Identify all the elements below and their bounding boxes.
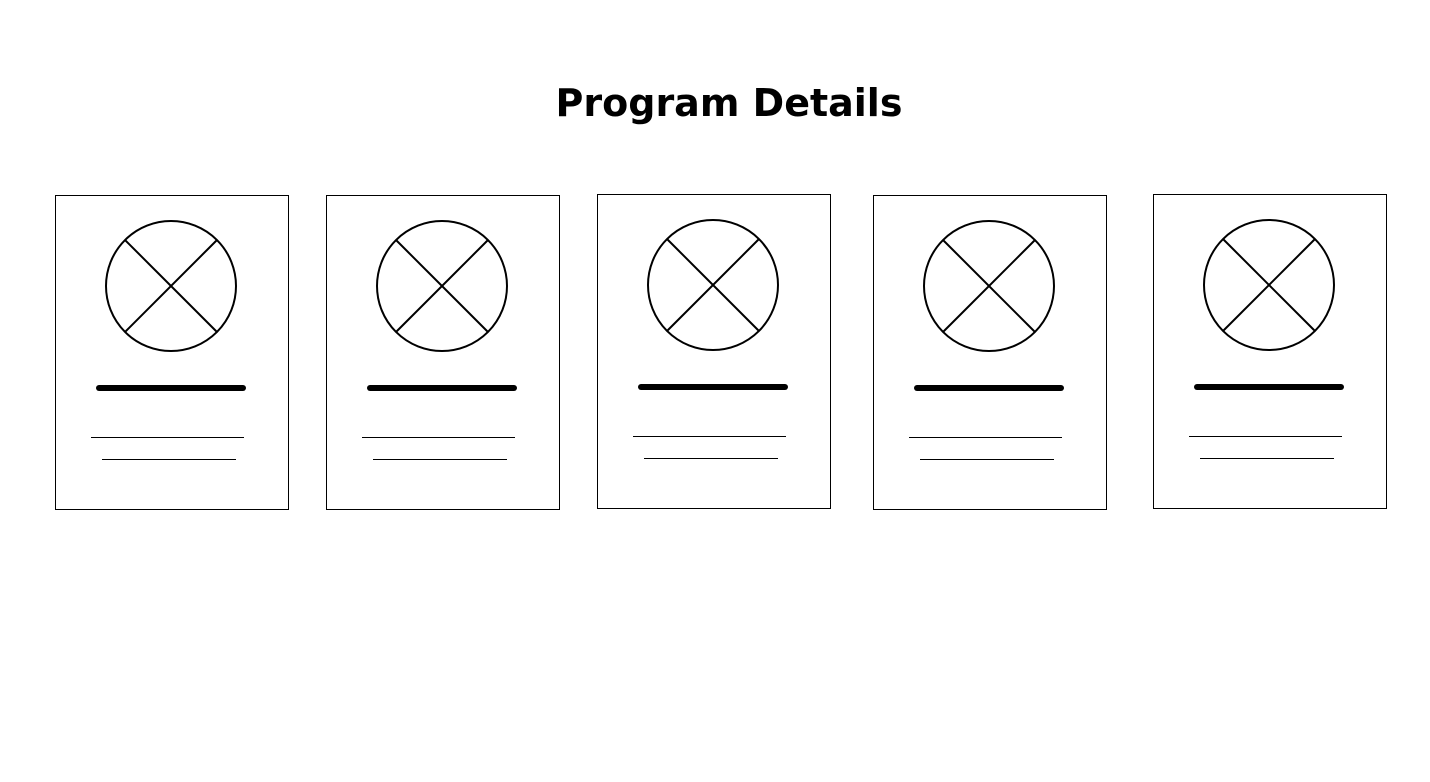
image-placeholder-icon <box>105 220 237 352</box>
card-title-placeholder <box>914 385 1064 391</box>
card-text-line-placeholder <box>1189 436 1342 437</box>
page-title: Program Details <box>555 81 903 125</box>
image-placeholder-icon <box>376 220 508 352</box>
program-card-5[interactable] <box>1153 194 1387 509</box>
card-text-line-placeholder <box>909 437 1062 438</box>
card-text-line-placeholder <box>102 459 236 460</box>
card-text-line-placeholder <box>1200 458 1334 459</box>
card-title-placeholder <box>96 385 246 391</box>
card-text-line-placeholder <box>91 437 244 438</box>
program-card-2[interactable] <box>326 195 560 510</box>
program-card-3[interactable] <box>597 194 831 509</box>
image-placeholder-icon <box>647 219 779 351</box>
image-placeholder-icon <box>1203 219 1335 351</box>
card-title-placeholder <box>1194 384 1344 390</box>
card-text-line-placeholder <box>633 436 786 437</box>
card-title-placeholder <box>367 385 517 391</box>
program-card-4[interactable] <box>873 195 1107 510</box>
card-text-line-placeholder <box>373 459 507 460</box>
card-title-placeholder <box>638 384 788 390</box>
program-card-1[interactable] <box>55 195 289 510</box>
card-text-line-placeholder <box>644 458 778 459</box>
card-text-line-placeholder <box>362 437 515 438</box>
image-placeholder-icon <box>923 220 1055 352</box>
card-text-line-placeholder <box>920 459 1054 460</box>
